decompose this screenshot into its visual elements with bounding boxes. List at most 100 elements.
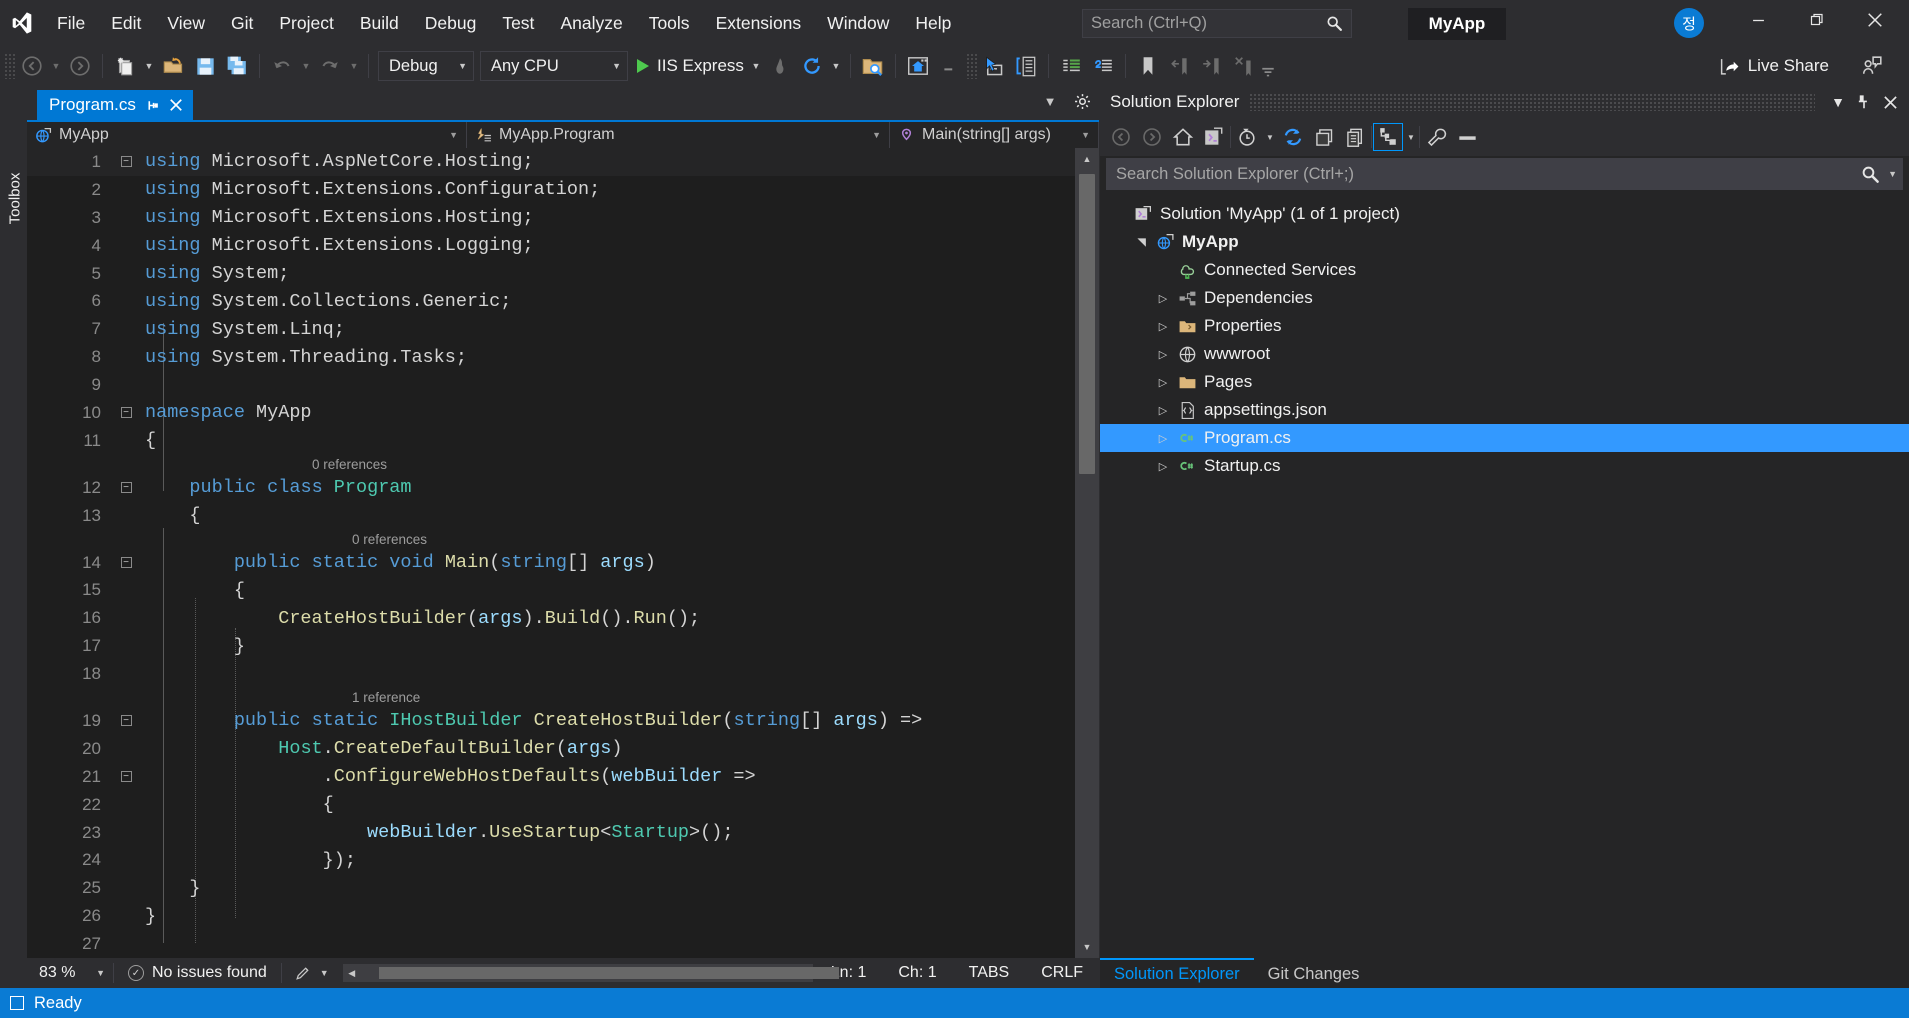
code-line[interactable]: 4 using Microsoft.Extensions.Logging; xyxy=(27,232,1075,260)
scroll-down-icon[interactable]: ▼ xyxy=(1075,936,1099,958)
forward-arrow-icon[interactable] xyxy=(64,50,96,82)
code-line[interactable]: 8 using System.Threading.Tasks; xyxy=(27,343,1075,371)
scrollbar-thumb[interactable] xyxy=(1079,174,1095,474)
menu-edit[interactable]: Edit xyxy=(98,0,154,46)
find-in-files-icon[interactable] xyxy=(857,50,889,82)
menu-debug[interactable]: Debug xyxy=(412,0,490,46)
collapse-all-icon[interactable] xyxy=(1309,123,1339,151)
panel-drag-handle[interactable] xyxy=(1249,93,1815,111)
toolbox-rail[interactable]: Toolbox xyxy=(0,86,27,988)
next-bookmark-icon[interactable] xyxy=(1196,50,1228,82)
solution-icon[interactable] xyxy=(1199,123,1229,151)
code-line[interactable]: 11 { xyxy=(27,427,1075,455)
tree-item-connected-services[interactable]: Connected Services xyxy=(1100,256,1909,284)
chevron-down-icon[interactable]: ▼ xyxy=(1880,169,1897,179)
tab-git-changes[interactable]: Git Changes xyxy=(1253,958,1374,988)
menu-test[interactable]: Test xyxy=(489,0,547,46)
code-line[interactable]: 27 xyxy=(27,930,1075,958)
zoom-level-select[interactable]: 83 % ▼ xyxy=(27,964,113,982)
code-line[interactable]: 18 xyxy=(27,660,1075,688)
code-line[interactable]: 13 { xyxy=(27,502,1075,530)
redo-icon[interactable] xyxy=(314,50,346,82)
forward-arrow-icon[interactable] xyxy=(1137,123,1167,151)
menu-build[interactable]: Build xyxy=(347,0,412,46)
chevron-right-icon[interactable]: ▷ xyxy=(1152,348,1174,361)
redo-dropdown-icon[interactable]: ▼ xyxy=(346,50,362,82)
back-arrow-icon[interactable] xyxy=(1106,123,1136,151)
scroll-left-icon[interactable]: ◀ xyxy=(343,964,361,982)
minimize-icon[interactable] xyxy=(1732,0,1785,40)
menu-file[interactable]: File xyxy=(44,0,98,46)
live-visual-tree-icon[interactable] xyxy=(1010,50,1042,82)
tree-item-startup-cs[interactable]: ▷ Startup.cs xyxy=(1100,452,1909,480)
pending-changes-dropdown-icon[interactable]: ▼ xyxy=(1263,123,1277,151)
menu-view[interactable]: View xyxy=(154,0,218,46)
chevron-down-icon[interactable]: ◢ xyxy=(1135,231,1148,253)
chevron-right-icon[interactable]: ▷ xyxy=(1152,460,1174,473)
bookmark-icon[interactable] xyxy=(1132,50,1164,82)
new-project-dropdown-icon[interactable]: ▼ xyxy=(141,50,157,82)
editor-vertical-scrollbar[interactable]: ▲ ▼ xyxy=(1075,148,1099,958)
save-icon[interactable] xyxy=(189,50,221,82)
chevron-right-icon[interactable]: ▷ xyxy=(1152,432,1174,445)
code-line[interactable]: 1 − using Microsoft.AspNetCore.Hosting; xyxy=(27,148,1075,176)
code-line[interactable]: 5 using System; xyxy=(27,260,1075,288)
code-line[interactable]: 15 { xyxy=(27,576,1075,604)
tree-item-solution-myapp-1-of-1-project[interactable]: Solution 'MyApp' (1 of 1 project) xyxy=(1100,200,1909,228)
code-line[interactable]: 24 }); xyxy=(27,846,1075,874)
solution-tree[interactable]: Solution 'MyApp' (1 of 1 project) ◢ MyApp C… xyxy=(1100,192,1909,956)
solution-configuration-select[interactable]: Debug ▼ xyxy=(378,51,474,81)
scroll-up-icon[interactable]: ▲ xyxy=(1075,148,1099,170)
tab-solution-explorer[interactable]: Solution Explorer xyxy=(1100,958,1254,988)
code-line[interactable]: 12 − public class Program xyxy=(27,474,1075,502)
uncomment-icon[interactable] xyxy=(1087,50,1119,82)
pending-changes-icon[interactable] xyxy=(1232,123,1262,151)
solution-platform-select[interactable]: Any CPU ▼ xyxy=(480,51,628,81)
fold-toggle-icon[interactable]: − xyxy=(115,482,137,494)
minimize-tab-group-icon[interactable]: ▼ xyxy=(1039,90,1061,112)
fold-toggle-icon[interactable]: − xyxy=(115,557,137,569)
code-line[interactable]: 14 − public static void Main(string[] arg… xyxy=(27,549,1075,577)
code-line[interactable]: 25 } xyxy=(27,874,1075,902)
navbar-type-select[interactable]: MyApp.Program ▼ xyxy=(467,122,890,148)
back-arrow-icon[interactable] xyxy=(16,50,48,82)
properties-wrench-icon[interactable] xyxy=(1421,123,1451,151)
code-line[interactable]: 23 webBuilder.UseStartup<Startup>(); xyxy=(27,819,1075,847)
home-icon[interactable] xyxy=(1168,123,1198,151)
code-lens-reference-count[interactable]: 0 references xyxy=(352,532,427,547)
menu-tools[interactable]: Tools xyxy=(636,0,703,46)
code-line[interactable]: 7 using System.Linq; xyxy=(27,315,1075,343)
toolbar-grip[interactable] xyxy=(4,53,16,79)
code-line[interactable]: 2 using Microsoft.Extensions.Configuratio… xyxy=(27,176,1075,204)
live-share-button[interactable]: Live Share xyxy=(1711,50,1837,82)
close-icon[interactable] xyxy=(1877,89,1903,115)
code-line[interactable]: 20 Host.CreateDefaultBuilder(args) xyxy=(27,735,1075,763)
editor-horizontal-scrollbar[interactable]: ◀ ▶ xyxy=(342,964,839,982)
code-lens-reference-count[interactable]: 1 reference xyxy=(352,690,420,705)
select-element-icon[interactable] xyxy=(978,50,1010,82)
menu-analyze[interactable]: Analyze xyxy=(547,0,635,46)
pin-icon[interactable] xyxy=(1851,89,1877,115)
restore-icon[interactable] xyxy=(1790,0,1843,40)
toolbar-overflow-icon[interactable] xyxy=(1260,50,1276,82)
code-line[interactable]: 6 using System.Collections.Generic; xyxy=(27,287,1075,315)
send-feedback-icon[interactable] xyxy=(1855,50,1889,82)
issues-indicator[interactable]: ✓ No issues found xyxy=(114,964,281,982)
fold-toggle-icon[interactable]: − xyxy=(115,156,137,168)
navbar-member-select[interactable]: Main(string[] args) ▼ xyxy=(890,122,1099,148)
refresh-dropdown-icon[interactable]: ▼ xyxy=(828,50,844,82)
menu-extensions[interactable]: Extensions xyxy=(703,0,815,46)
chevron-right-icon[interactable]: ▷ xyxy=(1152,404,1174,417)
chevron-right-icon[interactable]: ▷ xyxy=(1152,292,1174,305)
solution-explorer-search-input[interactable]: Search Solution Explorer (Ctrl+;) ▼ xyxy=(1106,158,1903,190)
search-input[interactable]: Search (Ctrl+Q) xyxy=(1082,9,1352,38)
open-file-icon[interactable] xyxy=(157,50,189,82)
tree-item-dependencies[interactable]: ▷ Dependencies xyxy=(1100,284,1909,312)
code-annotation-control[interactable]: ▼ xyxy=(282,964,341,983)
back-dropdown-icon[interactable]: ▼ xyxy=(48,50,64,82)
code-lens-reference-count[interactable]: 0 references xyxy=(312,457,387,472)
close-icon[interactable] xyxy=(1848,0,1901,40)
fold-toggle-icon[interactable]: − xyxy=(115,715,137,727)
hscrollbar-thumb[interactable] xyxy=(378,967,839,979)
code-line[interactable]: 22 { xyxy=(27,791,1075,819)
